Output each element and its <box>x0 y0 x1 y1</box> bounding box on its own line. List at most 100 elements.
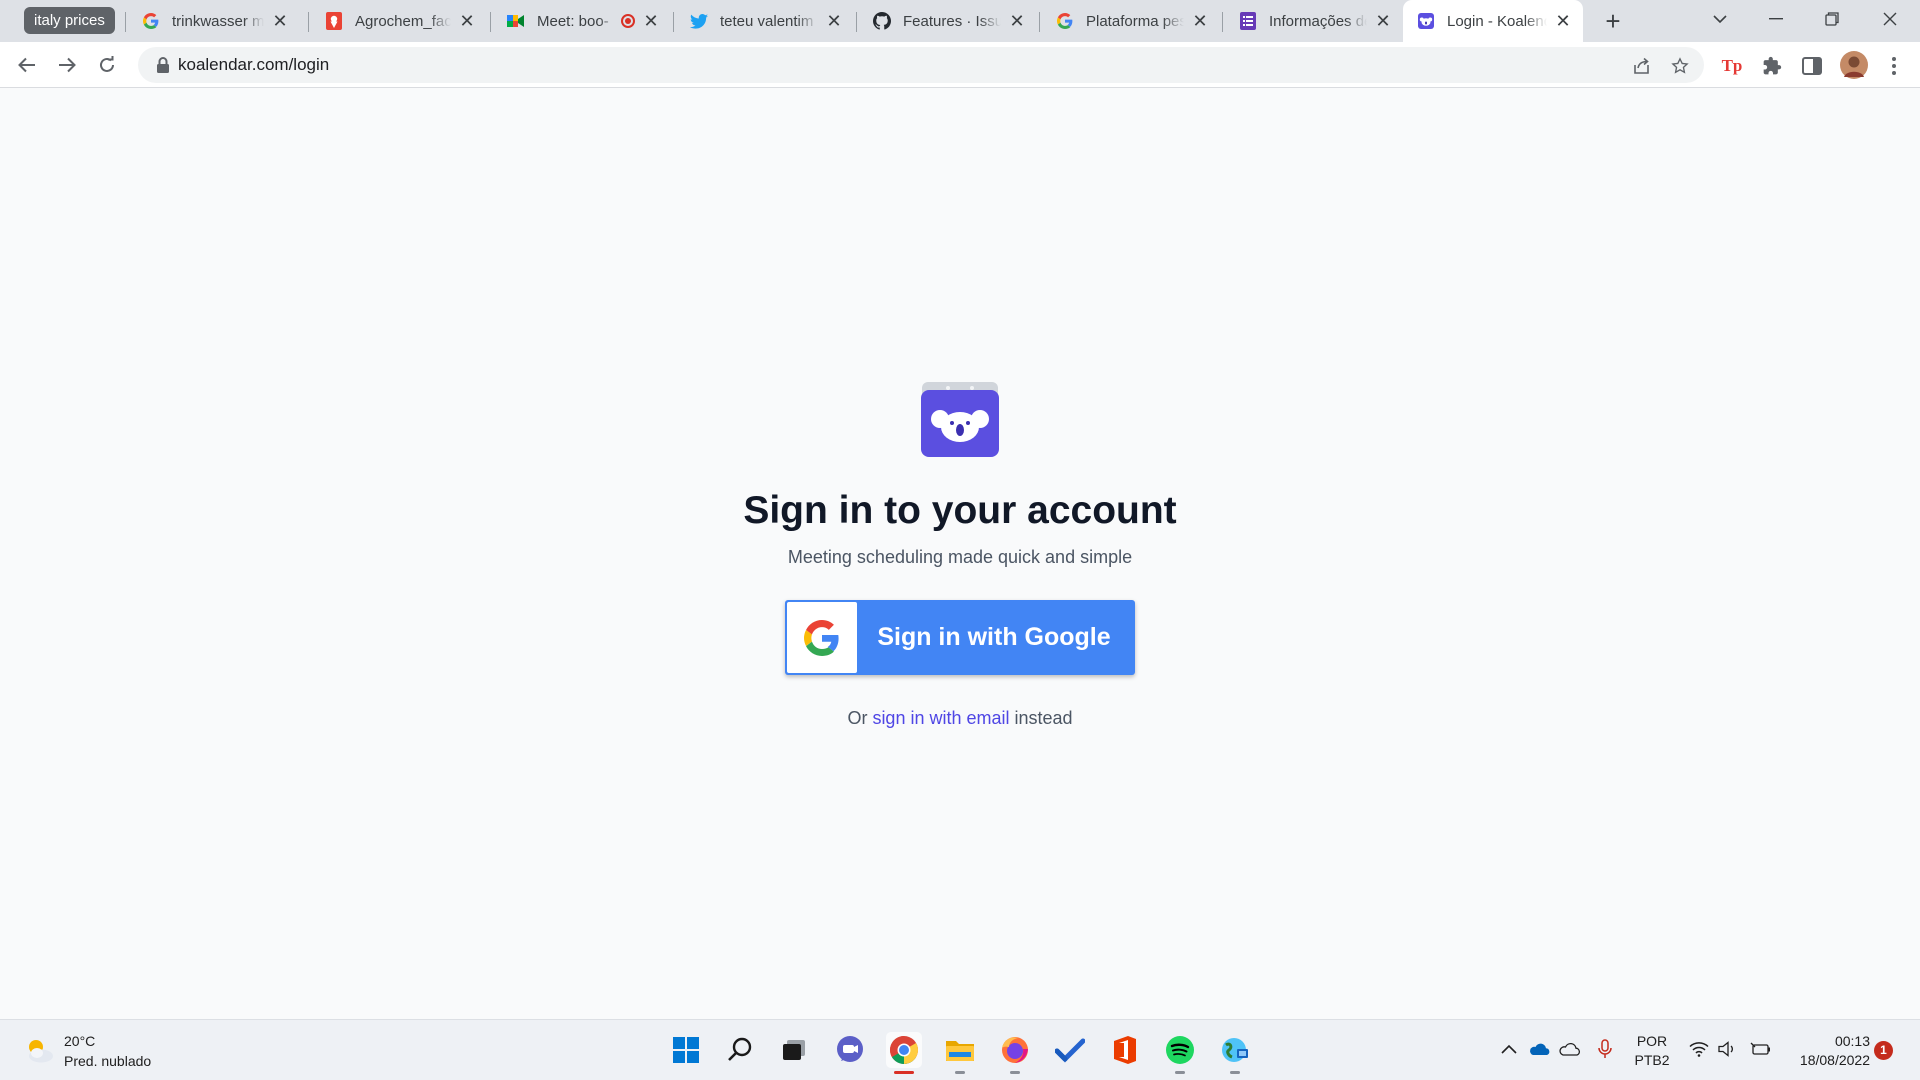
recording-icon <box>621 14 635 28</box>
onedrive-icon[interactable] <box>1528 1038 1550 1060</box>
notification-badge[interactable]: 1 <box>1874 1041 1893 1060</box>
chevron-up-icon[interactable] <box>1498 1038 1520 1060</box>
alt-sign-in-line: Or sign in with email instead <box>0 708 1920 729</box>
page-subtitle: Meeting scheduling made quick and simple <box>787 547 1133 567</box>
forms-icon <box>1239 12 1257 30</box>
minimize-button[interactable] <box>1748 0 1804 38</box>
restore-icon <box>1825 12 1839 26</box>
tab-title: trinkwasser messen <box>172 12 264 30</box>
avatar[interactable] <box>1840 51 1868 79</box>
tab-separator <box>125 12 126 32</box>
restore-button[interactable] <box>1804 0 1860 38</box>
tab[interactable]: trinkwasser messen ✕ <box>128 0 300 42</box>
browser-toolbar: koalendar.com/login Tp <box>0 42 1920 88</box>
tab[interactable]: Plataforma pesquisa ✕ <box>1042 0 1220 42</box>
extensions-puzzle-icon[interactable] <box>1761 55 1783 77</box>
tab-separator <box>490 12 491 32</box>
active-indicator <box>894 1071 914 1074</box>
search-icon[interactable] <box>722 1032 758 1068</box>
tab-separator <box>1222 12 1223 32</box>
maps-pin-icon <box>325 12 343 30</box>
tab[interactable]: Features · Issues ✕ <box>859 0 1037 42</box>
tab-group-chip[interactable]: italy prices <box>24 7 115 34</box>
close-icon[interactable]: ✕ <box>270 11 290 31</box>
remote-desktop-icon[interactable] <box>1217 1032 1253 1074</box>
input-language[interactable]: POR PTB2 <box>1632 1032 1672 1070</box>
share-icon[interactable] <box>1632 56 1652 76</box>
reload-button[interactable] <box>91 49 123 81</box>
file-explorer-icon[interactable] <box>942 1032 978 1074</box>
tab-separator <box>673 12 674 32</box>
tab[interactable]: teteu valentim ✕ <box>676 0 854 42</box>
google-g-icon <box>804 619 839 656</box>
forward-button[interactable] <box>51 49 83 81</box>
clock-time: 00:13 <box>1834 1033 1870 1049</box>
tab-separator <box>308 12 309 32</box>
close-icon[interactable]: ✕ <box>1007 11 1027 31</box>
close-icon[interactable]: ✕ <box>457 11 477 31</box>
sign-in-with-email-link[interactable]: sign in with email <box>872 708 1009 728</box>
volume-icon[interactable] <box>1717 1038 1739 1060</box>
onedrive-personal-icon[interactable] <box>1558 1038 1580 1060</box>
tab[interactable]: Agrochem_facility ✕ <box>311 0 487 42</box>
reload-icon <box>100 56 114 72</box>
close-icon[interactable]: ✕ <box>1190 11 1210 31</box>
alt-suffix: instead <box>1009 708 1073 728</box>
task-view-icon[interactable] <box>776 1032 812 1068</box>
google-icon <box>142 12 160 30</box>
microphone-icon[interactable] <box>1594 1038 1616 1060</box>
tp-extension-icon[interactable]: Tp <box>1721 55 1743 77</box>
tab-title: Agrochem_facility <box>355 12 451 30</box>
minimize-icon <box>1769 18 1783 20</box>
tab[interactable]: Informações de ✕ <box>1225 0 1403 42</box>
side-panel-icon[interactable] <box>1801 55 1823 77</box>
github-icon <box>873 12 891 30</box>
battery-icon[interactable] <box>1750 1038 1772 1060</box>
tab-title: Login - Koalendar <box>1447 12 1547 30</box>
close-icon[interactable]: ✕ <box>641 11 661 31</box>
koalendar-logo <box>921 382 999 457</box>
partly-cloudy-icon[interactable] <box>24 1036 54 1064</box>
wifi-icon[interactable] <box>1688 1038 1710 1060</box>
taskbar: 20°C Pred. nublado POR PTB2 00:13 18/08/… <box>0 1019 1920 1080</box>
tab-search-button[interactable] <box>1692 0 1748 38</box>
tab-active[interactable]: Login - Koalendar ✕ <box>1403 0 1583 42</box>
tab-separator <box>1039 12 1040 32</box>
google-logo-box <box>787 602 857 673</box>
bookmark-star-icon[interactable] <box>1670 56 1690 76</box>
tab-title: Plataforma pesquisa <box>1086 12 1184 30</box>
arrow-left-icon <box>18 57 35 73</box>
todo-icon[interactable] <box>1052 1032 1088 1068</box>
running-indicator <box>1010 1071 1020 1074</box>
tab-title: Meet: boo- <box>537 12 609 30</box>
menu-kebab-icon[interactable] <box>1883 55 1905 77</box>
new-tab-button[interactable]: + <box>1598 7 1628 37</box>
meet-icon <box>507 12 525 30</box>
login-page: Sign in to your account Meeting scheduli… <box>0 89 1920 1019</box>
running-indicator <box>1230 1071 1240 1074</box>
back-button[interactable] <box>11 49 43 81</box>
sign-in-with-google-button[interactable]: Sign in with Google <box>785 600 1135 675</box>
close-icon[interactable]: ✕ <box>824 11 844 31</box>
spotify-icon[interactable] <box>1162 1032 1198 1074</box>
weather-temperature: 20°C <box>64 1033 96 1049</box>
address-bar[interactable]: koalendar.com/login <box>138 47 1704 83</box>
tab-title: Features · Issues <box>903 12 1001 30</box>
tab[interactable]: Meet: boo- ✕ <box>493 0 671 42</box>
office-icon[interactable] <box>1107 1032 1143 1068</box>
close-icon[interactable]: ✕ <box>1373 11 1393 31</box>
tab-title: teteu valentim <box>720 12 814 30</box>
clock-date: 18/08/2022 <box>1799 1052 1870 1068</box>
running-indicator <box>955 1071 965 1074</box>
close-window-button[interactable] <box>1862 0 1918 38</box>
system-clock[interactable]: 00:13 18/08/2022 <box>1780 1032 1870 1070</box>
tab-strip: italy prices trinkwasser messen ✕ Agroch… <box>0 0 1920 42</box>
lock-icon <box>157 57 169 73</box>
windows-start-icon[interactable] <box>668 1032 704 1068</box>
close-icon[interactable]: ✕ <box>1553 11 1573 31</box>
google-button-label: Sign in with Google <box>877 623 1111 651</box>
tab-separator <box>856 12 857 32</box>
firefox-icon[interactable] <box>997 1032 1033 1074</box>
chrome-icon[interactable] <box>886 1032 922 1074</box>
teams-chat-icon[interactable] <box>832 1032 868 1068</box>
